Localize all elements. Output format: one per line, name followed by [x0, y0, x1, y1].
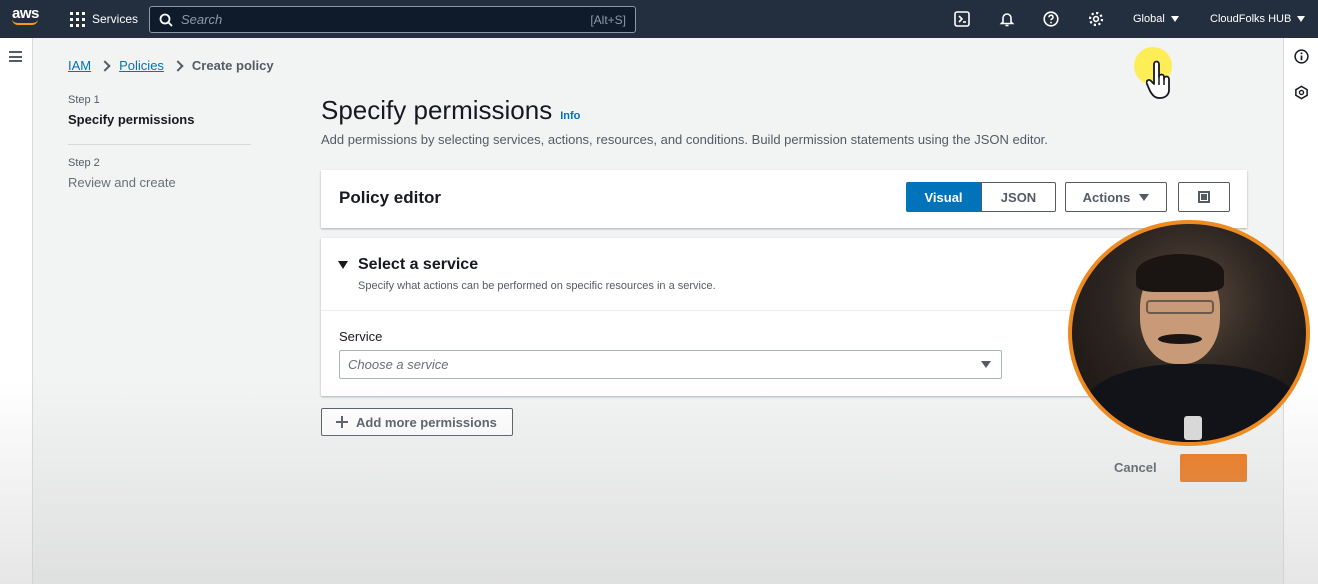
- help-icon[interactable]: [1043, 11, 1059, 27]
- account-menu[interactable]: CloudFolks HUB: [1210, 0, 1306, 38]
- step-2-title[interactable]: Review and create: [68, 175, 251, 190]
- panel-toggle-button[interactable]: [1178, 182, 1230, 212]
- presenter-webcam: [1068, 220, 1310, 446]
- editor-mode-toggle: Visual JSON: [906, 182, 1056, 212]
- search-input[interactable]: Search [Alt+S]: [149, 6, 636, 33]
- step-1-number: Step 1: [68, 94, 100, 106]
- cloudshell-icon[interactable]: [954, 11, 970, 27]
- info-link[interactable]: Info: [560, 110, 580, 122]
- service-section-subtitle: Specify what actions can be performed on…: [358, 280, 716, 292]
- search-shortcut: [Alt+S]: [590, 12, 626, 27]
- step-2-number: Step 2: [68, 157, 100, 169]
- caret-down-icon: [1139, 193, 1150, 201]
- visual-tab-button[interactable]: Visual: [906, 182, 981, 212]
- add-more-permissions-button[interactable]: Add more permissions: [321, 408, 513, 436]
- bell-icon[interactable]: [999, 11, 1015, 27]
- panel-icon: [1198, 191, 1210, 203]
- left-nav-strip: [0, 38, 33, 584]
- aws-logo[interactable]: aws: [12, 5, 44, 31]
- breadcrumb-link-iam[interactable]: IAM: [68, 58, 91, 73]
- search-placeholder: Search: [181, 12, 223, 27]
- service-field-label: Service: [339, 329, 383, 344]
- caret-down-icon: [981, 361, 991, 368]
- presenter-mustache: [1158, 334, 1202, 344]
- caret-down-icon: [1297, 16, 1306, 22]
- caret-down-icon: [1170, 16, 1179, 22]
- search-icon: [159, 13, 173, 27]
- breadcrumb-current: Create policy: [191, 58, 274, 73]
- actions-dropdown-button[interactable]: Actions: [1065, 182, 1167, 212]
- breadcrumb: IAM Policies Create policy: [68, 58, 274, 73]
- hamburger-menu-icon[interactable]: [9, 51, 22, 62]
- hand-pointer-icon: [1146, 60, 1170, 99]
- presenter-glasses: [1146, 300, 1214, 314]
- presenter-badge: [1184, 416, 1202, 440]
- policy-editor-title: Policy editor: [339, 188, 442, 207]
- presenter-hair: [1136, 254, 1224, 292]
- step-divider: [68, 144, 251, 145]
- json-tab-button[interactable]: JSON: [981, 182, 1056, 212]
- hexagon-icon[interactable]: [1294, 85, 1309, 100]
- page-title: Specify permissions: [321, 95, 553, 125]
- grid-icon: [70, 11, 85, 27]
- wizard-steps: Step 1 Specify permissions Step 2 Review…: [68, 94, 251, 190]
- info-circle-icon[interactable]: [1294, 49, 1309, 64]
- chevron-right-icon: [172, 59, 184, 72]
- region-label: Global: [1133, 13, 1165, 25]
- service-section-header[interactable]: Select a service: [338, 256, 478, 274]
- policy-editor-card: Policy editor Visual JSON Actions: [321, 170, 1247, 228]
- step-1-title: Specify permissions: [68, 112, 195, 127]
- add-more-permissions-label: Add more permissions: [356, 414, 497, 430]
- account-label: CloudFolks HUB: [1210, 13, 1292, 25]
- next-button[interactable]: [1180, 454, 1247, 482]
- top-nav: aws Services Search [Alt+S] Global Cloud…: [0, 0, 1318, 38]
- region-selector[interactable]: Global: [1133, 0, 1179, 38]
- expand-triangle-icon: [338, 261, 348, 269]
- page-description: Add permissions by selecting services, a…: [321, 132, 1048, 147]
- actions-label: Actions: [1082, 189, 1131, 205]
- service-select[interactable]: Choose a service: [339, 350, 1002, 379]
- cancel-button[interactable]: Cancel: [1114, 460, 1157, 475]
- aws-logo-text: aws: [12, 5, 39, 22]
- service-section-title: Select a service: [358, 256, 479, 273]
- page-title-row: Specify permissions Info: [321, 95, 580, 126]
- breadcrumb-link-policies[interactable]: Policies: [119, 58, 164, 73]
- plus-icon: [336, 416, 348, 428]
- services-menu-button[interactable]: Services: [70, 0, 138, 38]
- service-select-placeholder: Choose a service: [348, 357, 449, 372]
- gear-icon[interactable]: [1088, 11, 1104, 27]
- services-label: Services: [92, 12, 139, 26]
- chevron-right-icon: [99, 59, 111, 72]
